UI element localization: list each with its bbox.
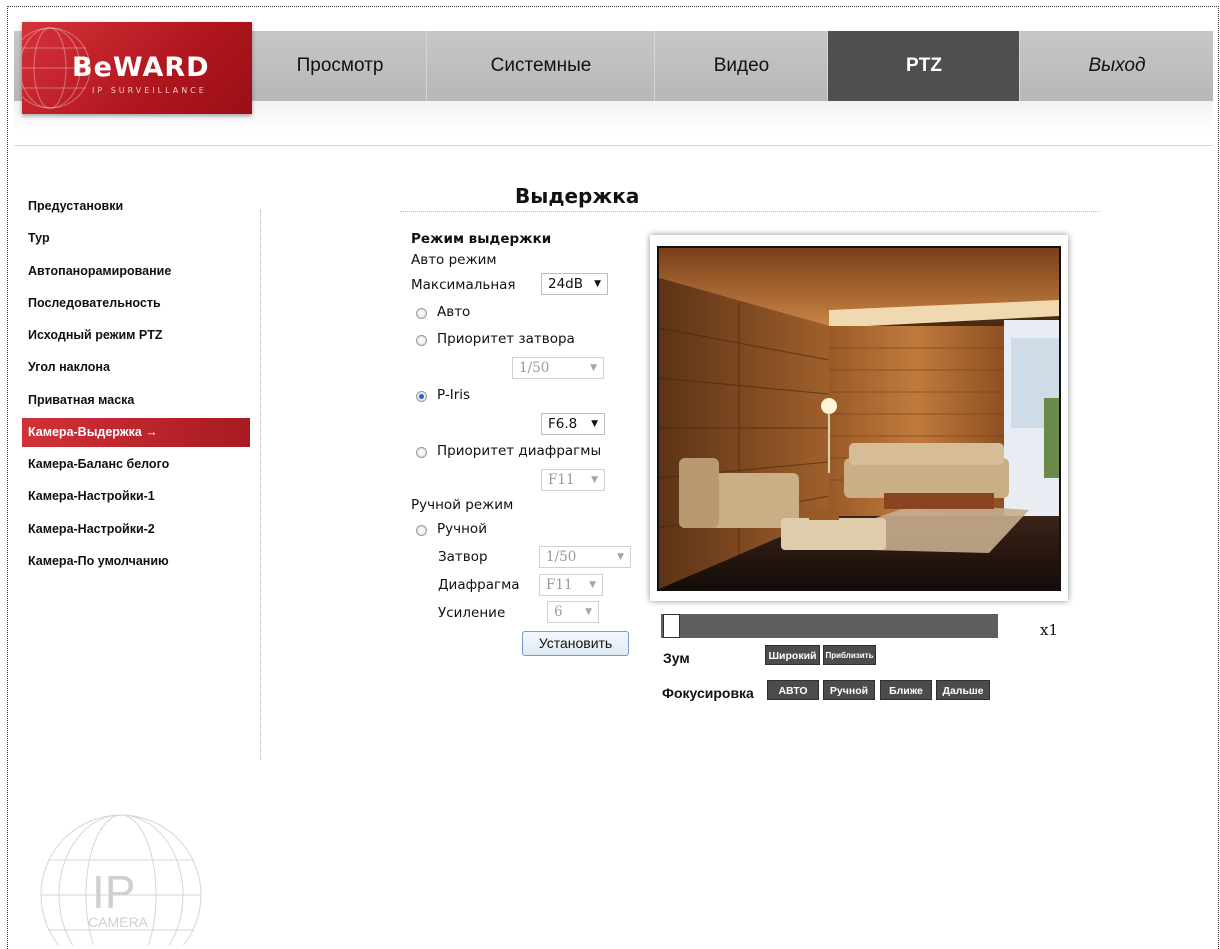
chevron-down-icon: ▼ [617,552,624,562]
piris-value: F6.8 [548,416,578,432]
radio-auto[interactable] [416,308,427,319]
sidebar: Предустановки Тур Автопанорамирование По… [22,190,250,577]
sidebar-divider [260,210,261,760]
sidebar-item-home-ptz[interactable]: Исходный режим PTZ [22,319,250,351]
radio-shutter-priority-label: Приоритет затвора [437,331,575,347]
chevron-down-icon: ▼ [591,475,598,485]
focus-manual-button[interactable]: Ручной [823,680,875,700]
video-preview[interactable] [657,246,1061,591]
chevron-down-icon: ▼ [594,279,601,289]
focus-far-button[interactable]: Дальше [936,680,990,700]
watermark-camera-text: CAMERA [88,914,149,930]
auto-mode-label: Авто режим [411,252,497,268]
nav-tab-view[interactable]: Просмотр [254,31,426,101]
zoom-wide-button[interactable]: Широкий [765,645,820,665]
piris-select[interactable]: F6.8 ▼ [541,413,605,435]
manual-mode-label: Ручной режим [411,497,514,513]
sidebar-item-camera-exposure[interactable]: Камера-Выдержка → [22,418,250,448]
max-gain-select[interactable]: 24dB ▼ [541,273,608,295]
title-divider [400,211,1100,212]
gain-value: 6 [554,604,563,620]
sidebar-item-camera-white-balance[interactable]: Камера-Баланс белого [22,448,250,480]
exposure-mode-heading: Режим выдержки [411,231,552,247]
sidebar-item-tilt-angle[interactable]: Угол наклона [22,351,250,383]
shutter-priority-value: 1/50 [519,360,550,376]
zoom-slider-track[interactable] [661,614,998,638]
sidebar-item-camera-settings-1[interactable]: Камера-Настройки-1 [22,480,250,512]
chevron-down-icon: ▼ [589,580,596,590]
apply-button[interactable]: Установить [522,631,629,656]
radio-piris[interactable] [416,391,427,402]
radio-auto-label: Авто [437,304,471,320]
chevron-down-icon: ▼ [590,363,597,373]
zoom-tele-button[interactable]: Приблизить [823,645,876,665]
sidebar-item-autopan[interactable]: Автопанорамирование [22,255,250,287]
chevron-down-icon: ▼ [585,607,592,617]
radio-shutter-priority[interactable] [416,335,427,346]
radio-iris-priority-label: Приоритет диафрагмы [437,443,602,459]
page-title: Выдержка [515,184,640,208]
chevron-down-icon: ▼ [591,419,598,429]
zoom-label: Зум [663,650,690,666]
sidebar-item-sequence[interactable]: Последовательность [22,287,250,319]
max-gain-value: 24dB [548,276,584,292]
radio-piris-label: P-Iris [437,387,471,403]
sidebar-item-camera-settings-2[interactable]: Камера-Настройки-2 [22,513,250,545]
logo-brand-text: BeWARD [72,52,210,83]
nav-tab-ptz[interactable]: PTZ [827,31,1020,101]
gain-label: Усиление [438,605,506,621]
focus-auto-button[interactable]: АВТО [767,680,819,700]
iris-value: F11 [546,577,573,593]
shutter-value: 1/50 [546,549,577,565]
focus-near-button[interactable]: Ближе [880,680,932,700]
gain-select[interactable]: 6 ▼ [547,601,599,623]
logo-tagline: IP SURVEILLANCE [92,86,207,95]
shutter-priority-select[interactable]: 1/50 ▼ [512,357,604,379]
nav-tab-video[interactable]: Видео [654,31,828,101]
sidebar-item-privacy-mask[interactable]: Приватная маска [22,384,250,416]
sidebar-item-tour[interactable]: Тур [22,222,250,254]
beward-logo: BeWARD IP SURVEILLANCE [22,22,252,114]
max-gain-label: Максимальная [411,277,516,293]
zoom-slider-handle[interactable] [663,614,680,638]
radio-iris-priority[interactable] [416,447,427,458]
nav-tab-exit[interactable]: Выход [1019,31,1214,101]
iris-priority-select[interactable]: F11 ▼ [541,469,605,491]
iris-label: Диафрагма [438,577,520,593]
nav-tab-system[interactable]: Системные [426,31,655,101]
radio-manual-label: Ручной [437,521,487,537]
iris-priority-value: F11 [548,472,575,488]
iris-select[interactable]: F11 ▼ [539,574,603,596]
sidebar-item-presets[interactable]: Предустановки [22,190,250,222]
watermark-ip-text: IP [92,866,135,918]
shutter-label: Затвор [438,549,488,565]
ip-camera-watermark: IP CAMERA [36,810,206,949]
zoom-level-readout: x1 [1040,621,1059,639]
focus-label: Фокусировка [662,685,754,701]
shutter-select[interactable]: 1/50 ▼ [539,546,631,568]
radio-manual[interactable] [416,525,427,536]
sidebar-item-camera-defaults[interactable]: Камера-По умолчанию [22,545,250,577]
